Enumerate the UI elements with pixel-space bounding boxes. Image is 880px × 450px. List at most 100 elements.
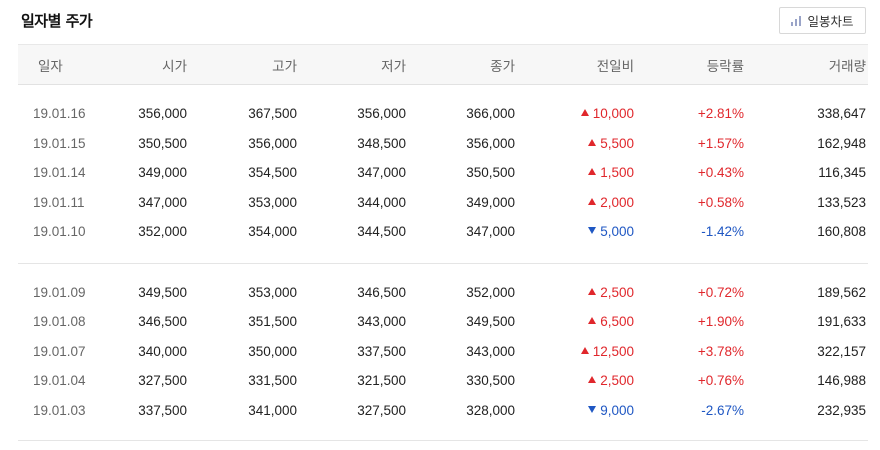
table-row: 19.01.04 327,500 331,500 321,500 330,500 2,50…: [18, 366, 868, 396]
change-value: 2,500: [600, 284, 634, 300]
daily-chart-button[interactable]: 일봉차트: [779, 7, 866, 34]
cell-close: 328,000: [466, 402, 515, 418]
cell-high: 354,000: [248, 224, 297, 240]
cell-date: 19.01.03: [33, 402, 86, 418]
table-row: 19.01.09 349,500 353,000 346,500 352,000 2,50…: [18, 278, 868, 308]
daily-price-table: 일자 시가 고가 저가 종가 전일비 등락률 거래량 19.01.16 356,0…: [18, 44, 868, 441]
cell-high: 351,500: [248, 314, 297, 330]
cell-high: 331,500: [248, 373, 297, 389]
cell-date: 19.01.10: [33, 224, 86, 240]
column-header-date: 일자: [18, 44, 108, 85]
triangle-up-icon: [580, 109, 589, 117]
table-row: 19.01.14 349,000 354,500 347,000 350,500 1,50…: [18, 158, 868, 188]
change-value: 1,500: [600, 165, 634, 181]
row-spacer: [18, 263, 868, 278]
cell-change: 12,500: [517, 337, 636, 367]
change-value: 9,000: [600, 402, 634, 418]
bar-chart-icon: [791, 15, 802, 26]
daily-price-panel: 일자별 주가 일봉차트 일자 시가 고가 저가 종가 전일비 등락률 거래량 1…: [0, 0, 880, 450]
change-value: 6,500: [600, 314, 634, 330]
cell-rate: +0.58%: [697, 194, 744, 210]
cell-low: 356,000: [357, 106, 406, 122]
triangle-up-icon: [580, 346, 589, 354]
table-body: 19.01.16 356,000 367,500 356,000 366,000 10,0…: [18, 85, 868, 441]
table-row: 19.01.03 337,500 341,000 327,500 328,000 9,00…: [18, 396, 868, 426]
cell-high: 354,500: [248, 165, 297, 181]
cell-open: 349,500: [138, 284, 187, 300]
cell-volume: 160,808: [817, 224, 866, 240]
cell-open: 350,500: [138, 135, 187, 151]
cell-close: 356,000: [466, 135, 515, 151]
table-row: 19.01.07 340,000 350,000 337,500 343,000 12,5…: [18, 337, 868, 367]
change-value: 2,000: [600, 194, 634, 210]
page-title: 일자별 주가: [21, 12, 93, 30]
cell-rate: +0.76%: [697, 373, 744, 389]
cell-low: 327,500: [357, 402, 406, 418]
triangle-up-icon: [588, 287, 597, 295]
column-header-rate: 등락률: [636, 44, 746, 85]
change-value: 2,500: [600, 373, 634, 389]
cell-date: 19.01.08: [33, 314, 86, 330]
table-row: 19.01.15 350,500 356,000 348,500 356,000 5,50…: [18, 129, 868, 159]
cell-volume: 146,988: [817, 373, 866, 389]
cell-open: 347,000: [138, 194, 187, 210]
cell-low: 344,500: [357, 224, 406, 240]
column-header-volume: 거래량: [746, 44, 868, 85]
cell-volume: 191,633: [817, 314, 866, 330]
cell-change: 2,000: [517, 188, 636, 218]
column-header-close: 종가: [408, 44, 517, 85]
cell-volume: 338,647: [817, 106, 866, 122]
row-spacer: [18, 425, 868, 441]
cell-close: 349,500: [466, 314, 515, 330]
cell-change: 2,500: [517, 278, 636, 308]
cell-close: 350,500: [466, 165, 515, 181]
cell-low: 343,000: [357, 314, 406, 330]
cell-low: 321,500: [357, 373, 406, 389]
triangle-up-icon: [588, 376, 597, 384]
cell-low: 346,500: [357, 284, 406, 300]
triangle-up-icon: [588, 197, 597, 205]
cell-date: 19.01.09: [33, 284, 86, 300]
triangle-down-icon: [588, 227, 597, 235]
triangle-up-icon: [588, 168, 597, 176]
change-value: 12,500: [592, 343, 634, 359]
cell-change: 5,000: [517, 217, 636, 247]
cell-close: 349,000: [466, 194, 515, 210]
cell-change: 10,000: [517, 99, 636, 129]
cell-rate: +1.90%: [697, 314, 744, 330]
cell-open: 327,500: [138, 373, 187, 389]
cell-date: 19.01.11: [33, 194, 85, 210]
triangle-up-icon: [588, 138, 597, 146]
cell-rate: +2.81%: [697, 106, 744, 122]
cell-change: 5,500: [517, 129, 636, 159]
table-row: 19.01.10 352,000 354,000 344,500 347,000 5,00…: [18, 217, 868, 247]
change-value: 10,000: [592, 106, 634, 122]
cell-rate: -1.42%: [701, 224, 744, 240]
column-header-open: 시가: [108, 44, 189, 85]
row-spacer: [18, 246, 868, 264]
cell-high: 353,000: [248, 284, 297, 300]
change-value: 5,500: [600, 135, 634, 151]
column-header-low: 저가: [299, 44, 408, 85]
cell-date: 19.01.07: [33, 343, 86, 359]
cell-open: 340,000: [138, 343, 187, 359]
table-header-row: 일자 시가 고가 저가 종가 전일비 등락률 거래량: [18, 44, 868, 85]
cell-open: 349,000: [138, 165, 187, 181]
cell-date: 19.01.15: [33, 135, 86, 151]
cell-low: 348,500: [357, 135, 406, 151]
table-row: 19.01.11 347,000 353,000 344,000 349,000 2,00…: [18, 188, 868, 218]
cell-change: 1,500: [517, 158, 636, 188]
cell-volume: 189,562: [817, 284, 866, 300]
table-row: 19.01.08 346,500 351,500 343,000 349,500 6,50…: [18, 307, 868, 337]
cell-rate: +3.78%: [697, 343, 744, 359]
row-spacer: [18, 85, 868, 100]
cell-open: 356,000: [138, 106, 187, 122]
cell-volume: 232,935: [817, 402, 866, 418]
cell-open: 352,000: [138, 224, 187, 240]
cell-volume: 133,523: [817, 194, 866, 210]
cell-volume: 322,157: [817, 343, 866, 359]
cell-close: 343,000: [466, 343, 515, 359]
cell-low: 337,500: [357, 343, 406, 359]
cell-high: 356,000: [248, 135, 297, 151]
cell-high: 353,000: [248, 194, 297, 210]
